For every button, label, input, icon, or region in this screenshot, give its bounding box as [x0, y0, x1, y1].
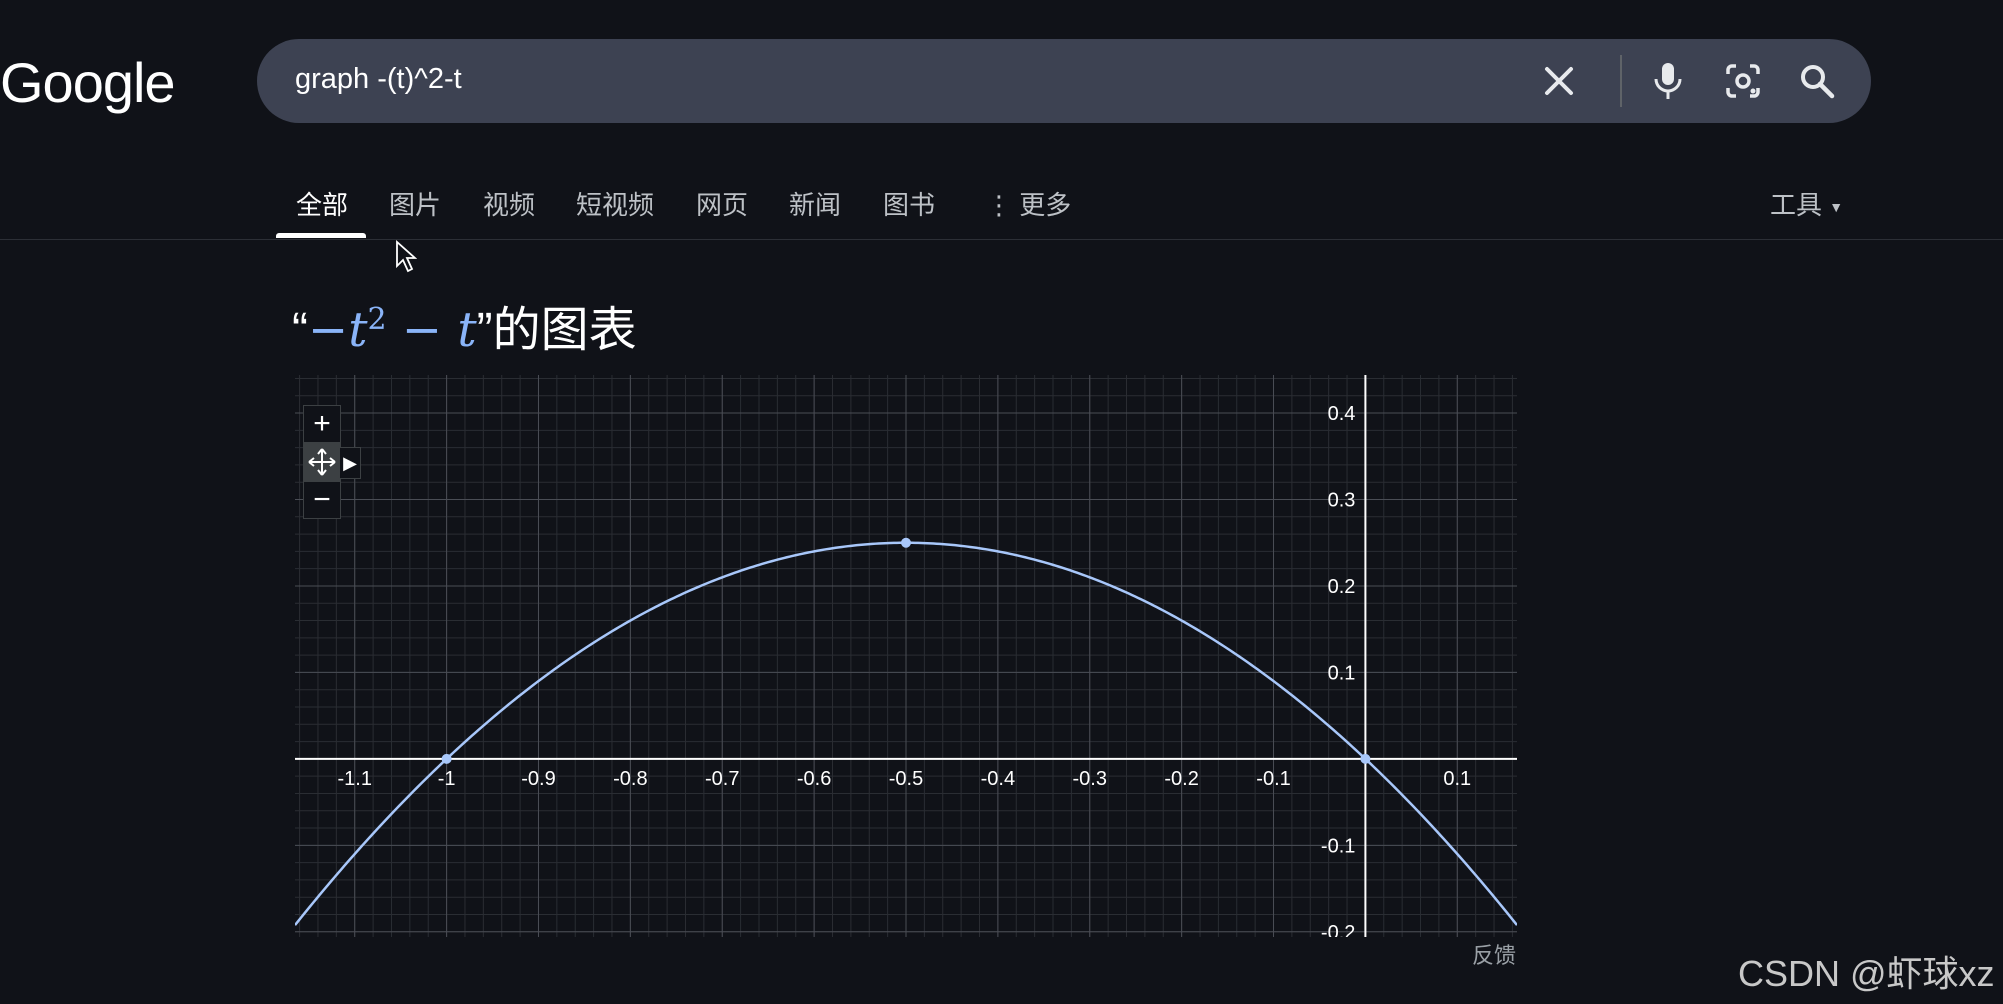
tools-button[interactable]: 工具 ▼ [1770, 185, 1843, 222]
header-divider [0, 239, 2003, 240]
function-graph[interactable]: -1.1 -1 -0.9 -0.8 -0.7 -0.6 -0.5 -0.4 -0.3 -0.2 -0… [294, 375, 1518, 944]
search-input[interactable]: graph -(t)^2-t [295, 63, 462, 96]
y-tick-label: 0.3 [1328, 490, 1356, 512]
key-point [901, 537, 911, 548]
zoom-in-button[interactable]: + [303, 405, 341, 443]
x-tick-label: -0.2 [1164, 768, 1198, 790]
y-tick-label: 0.1 [1328, 662, 1356, 684]
mouse-cursor-icon [395, 239, 418, 279]
key-point [1360, 753, 1371, 764]
title-math: −t2 − t [308, 302, 477, 358]
watermark: CSDN @虾球xz [1738, 953, 1995, 994]
camera-lens-icon[interactable] [1719, 57, 1767, 105]
y-tick-label: 0.2 [1328, 576, 1356, 598]
x-tick-label: 0.1 [1443, 768, 1471, 790]
y-tick-label: -0.2 [1321, 922, 1355, 937]
x-tick-label: -0.6 [797, 768, 831, 790]
x-tick-label: -0.1 [1256, 768, 1290, 790]
x-tick-label: -0.4 [981, 768, 1015, 790]
close-icon[interactable] [1535, 57, 1583, 105]
x-tick-label: -0.8 [613, 768, 647, 790]
y-tick-label: 0.4 [1328, 403, 1356, 425]
microphone-icon[interactable] [1644, 57, 1692, 105]
tab-videos[interactable]: 视频 [483, 185, 535, 222]
search-bar-divider [1620, 55, 1622, 107]
tab-more[interactable]: ⋮ 更多 [986, 185, 1071, 222]
tab-books[interactable]: 图书 [883, 185, 935, 222]
search-bar[interactable]: graph -(t)^2-t [257, 39, 1871, 123]
feedback-link[interactable]: 反馈 [1472, 938, 1516, 970]
active-tab-indicator [276, 233, 366, 238]
tools-label: 工具 [1770, 190, 1823, 220]
google-logo[interactable]: Google [0, 50, 176, 115]
tab-all[interactable]: 全部 [296, 185, 348, 222]
search-icon[interactable] [1793, 57, 1841, 105]
x-tick-label: -0.9 [521, 768, 555, 790]
pan-move-icon[interactable] [303, 443, 341, 481]
title-math-term2: − t [386, 302, 477, 358]
title-exponent: 2 [367, 302, 387, 337]
y-tick-label: -0.1 [1321, 835, 1355, 857]
title-math-term1: −t [307, 302, 368, 358]
caret-down-icon: ▼ [1829, 199, 1844, 216]
tab-news[interactable]: 新闻 [789, 185, 841, 222]
x-tick-label: -1.1 [337, 768, 371, 790]
tab-images[interactable]: 图片 [389, 185, 441, 222]
result-title: “−t2 − t”的图表 [292, 290, 637, 360]
x-tick-label: -0.3 [1073, 768, 1107, 790]
expand-arrow-icon[interactable]: ▶ [339, 447, 361, 479]
zoom-out-button[interactable]: − [303, 481, 341, 519]
graph-canvas[interactable]: -1.1 -1 -0.9 -0.8 -0.7 -0.6 -0.5 -0.4 -0.3 -0.2 -0… [294, 375, 1518, 944]
key-point [441, 753, 452, 764]
title-open-quote: “ [292, 304, 308, 357]
tab-short-videos[interactable]: 短视频 [576, 185, 654, 222]
x-tick-label: -0.5 [889, 768, 923, 790]
title-suffix: ”的图表 [476, 304, 637, 357]
x-tick-label: -1 [438, 768, 456, 790]
tab-web[interactable]: 网页 [696, 185, 748, 222]
x-tick-label: -0.7 [705, 768, 739, 790]
